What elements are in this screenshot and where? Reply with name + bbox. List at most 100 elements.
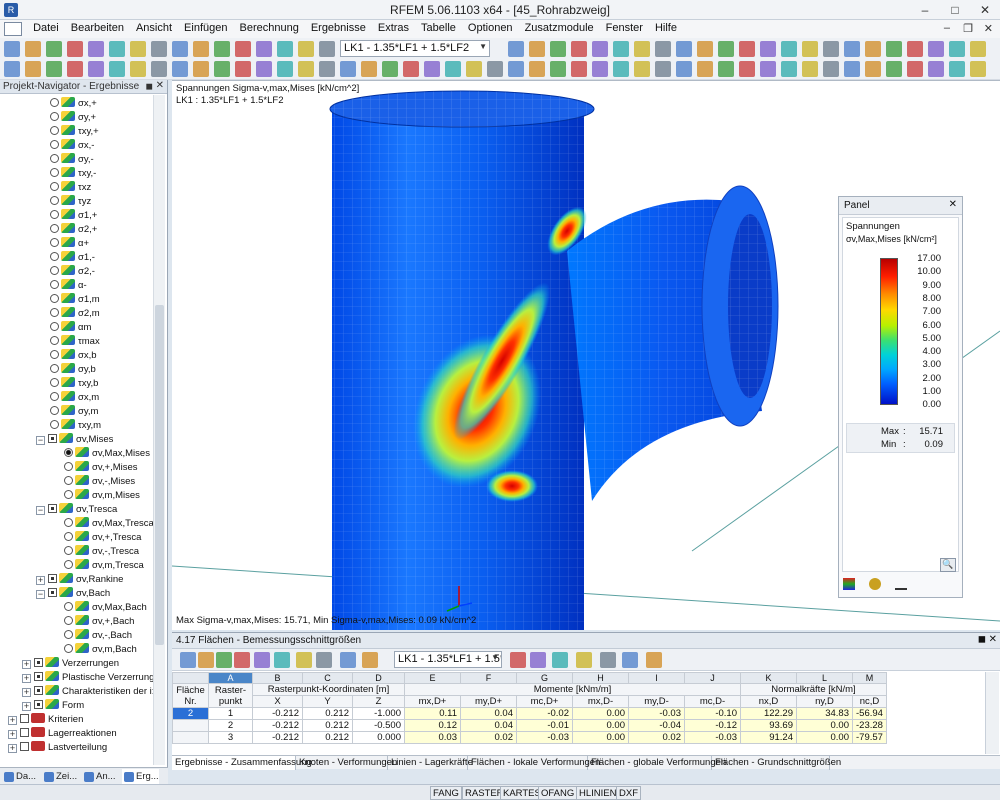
- tree-item[interactable]: + Lastverteilung: [8, 741, 107, 755]
- table-toolbar-button[interactable]: [646, 652, 662, 668]
- column-letter[interactable]: G: [516, 672, 573, 684]
- panel-scale-icon[interactable]: [869, 578, 881, 590]
- toolbar-button[interactable]: [214, 41, 230, 57]
- status-toggle-ofang[interactable]: OFANG: [538, 786, 578, 800]
- toolbar-button[interactable]: [193, 61, 209, 77]
- tree-item[interactable]: τxz: [50, 181, 91, 195]
- table-tab[interactable]: Ergebnisse - Zusammenfassung: [172, 756, 312, 770]
- tree-item[interactable]: + Lagerreaktionen: [8, 727, 117, 741]
- menu-item[interactable]: Hilfe: [649, 20, 683, 36]
- toolbar-button[interactable]: [298, 41, 314, 57]
- tree-item[interactable]: σy,m: [50, 405, 98, 419]
- result-radio[interactable]: [50, 392, 59, 401]
- cell-value[interactable]: 122.29: [740, 707, 797, 720]
- toolbar-button[interactable]: [844, 41, 860, 57]
- toolbar-button[interactable]: [109, 61, 125, 77]
- toolbar-button[interactable]: [130, 41, 146, 57]
- tree-item[interactable]: σ2,+: [50, 223, 97, 237]
- toolbar-button[interactable]: [529, 61, 545, 77]
- result-radio[interactable]: [50, 336, 59, 345]
- result-radio[interactable]: [64, 644, 73, 653]
- toolbar-button[interactable]: [592, 41, 608, 57]
- menu-item[interactable]: Optionen: [462, 20, 519, 36]
- cell-value[interactable]: 0.02: [628, 731, 685, 744]
- result-radio[interactable]: [64, 476, 73, 485]
- tree-item[interactable]: σx,m: [50, 391, 99, 405]
- cell-flaeche[interactable]: [172, 719, 209, 732]
- group-checkbox[interactable]: [20, 714, 29, 723]
- toolbar-button[interactable]: [613, 61, 629, 77]
- tree-item[interactable]: σx,-: [50, 139, 94, 153]
- toolbar-button[interactable]: [718, 41, 734, 57]
- table-scrollbar[interactable]: [985, 672, 999, 754]
- table-toolbar-button[interactable]: [362, 652, 378, 668]
- cell-value[interactable]: 0.04: [460, 707, 517, 720]
- group-checkbox[interactable]: [34, 658, 43, 667]
- tree-item[interactable]: σv,-,Mises: [64, 475, 135, 489]
- toolbar-button[interactable]: [571, 41, 587, 57]
- cell-value[interactable]: 0.04: [460, 719, 517, 732]
- cell-rasterpunkt[interactable]: 3: [208, 731, 253, 744]
- toolbar-button[interactable]: [67, 61, 83, 77]
- result-radio[interactable]: [50, 322, 59, 331]
- toolbar-button[interactable]: [361, 61, 377, 77]
- collapse-icon[interactable]: −: [36, 590, 45, 599]
- toolbar-button[interactable]: [256, 41, 272, 57]
- cell-value[interactable]: 0.212: [302, 731, 353, 744]
- toolbar-button[interactable]: [718, 61, 734, 77]
- navigator-scrollbar[interactable]: [153, 95, 165, 765]
- toolbar-button[interactable]: [277, 41, 293, 57]
- tree-item[interactable]: σv,-,Bach: [64, 629, 132, 643]
- expand-icon[interactable]: +: [8, 730, 17, 739]
- toolbar-button[interactable]: [25, 41, 41, 57]
- result-radio[interactable]: [64, 518, 73, 527]
- group-checkbox[interactable]: [48, 434, 57, 443]
- result-radio[interactable]: [50, 378, 59, 387]
- cell-value[interactable]: -0.212: [252, 731, 303, 744]
- result-radio[interactable]: [64, 616, 73, 625]
- result-radio[interactable]: [64, 532, 73, 541]
- cell-value[interactable]: 0.00: [796, 731, 853, 744]
- toolbar-button[interactable]: [277, 61, 293, 77]
- toolbar-button[interactable]: [529, 41, 545, 57]
- cell-flaeche[interactable]: 2: [172, 707, 209, 720]
- document-icon[interactable]: [4, 22, 22, 36]
- toolbar-button[interactable]: [928, 61, 944, 77]
- result-radio[interactable]: [50, 98, 59, 107]
- table-row[interactable]: 2 -0.212 0.212 -0.500 0.12 0.04 -0.01 0.00 -0.04…: [172, 719, 887, 732]
- panel-search-button[interactable]: 🔍: [940, 558, 956, 572]
- menu-item[interactable]: Fenster: [600, 20, 649, 36]
- toolbar-button[interactable]: [697, 41, 713, 57]
- tree-item[interactable]: σv,m,Bach: [64, 643, 137, 657]
- expand-icon[interactable]: +: [8, 744, 17, 753]
- expand-icon[interactable]: +: [22, 660, 31, 669]
- menu-item[interactable]: Ansicht: [130, 20, 178, 36]
- toolbar-button[interactable]: [487, 61, 503, 77]
- toolbar-button[interactable]: [697, 61, 713, 77]
- result-radio[interactable]: [50, 126, 59, 135]
- result-radio[interactable]: [50, 308, 59, 317]
- result-radio[interactable]: [50, 252, 59, 261]
- table-toolbar-button[interactable]: [530, 652, 546, 668]
- result-radio[interactable]: [50, 168, 59, 177]
- cell-value[interactable]: -0.01: [516, 719, 573, 732]
- toolbar-button[interactable]: [634, 61, 650, 77]
- cell-value[interactable]: 0.000: [352, 731, 405, 744]
- tree-item[interactable]: + Plastische Verzerrung: [22, 671, 154, 685]
- result-radio[interactable]: [50, 364, 59, 373]
- expand-icon[interactable]: +: [22, 674, 31, 683]
- toolbar-button[interactable]: [781, 41, 797, 57]
- toolbar-button[interactable]: [823, 41, 839, 57]
- column-letter[interactable]: K: [740, 672, 797, 684]
- column-letter[interactable]: E: [404, 672, 461, 684]
- table-toolbar-button[interactable]: [274, 652, 290, 668]
- result-radio[interactable]: [50, 406, 59, 415]
- loadcase-select[interactable]: LK1 - 1.35*LF1 + 1.5*LF2 ▼: [340, 40, 490, 57]
- tree-item[interactable]: σv,+,Bach: [64, 615, 134, 629]
- tree-item[interactable]: σy,-: [50, 153, 94, 167]
- table-close-icon[interactable]: ✕: [989, 634, 997, 645]
- group-checkbox[interactable]: [48, 574, 57, 583]
- cell-value[interactable]: -0.212: [252, 719, 303, 732]
- collapse-icon[interactable]: −: [36, 506, 45, 515]
- tree-item[interactable]: + σv,Rankine: [36, 573, 123, 587]
